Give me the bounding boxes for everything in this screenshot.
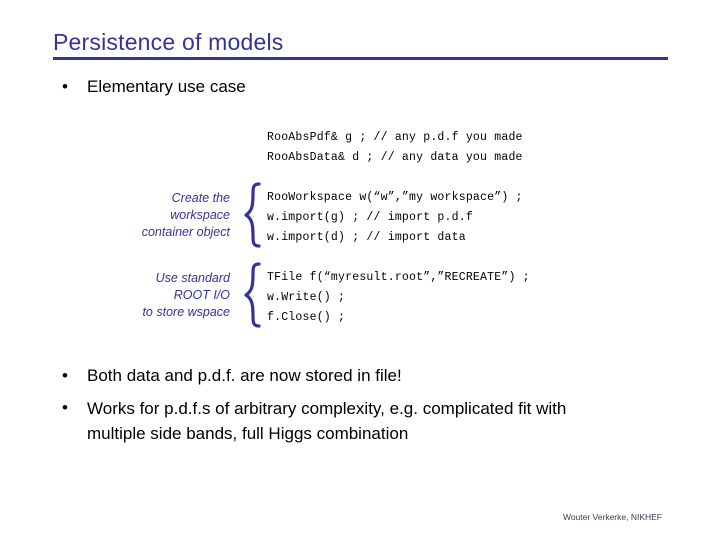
annotation-line-1: Use standard	[155, 271, 230, 285]
annotation-line-3: container object	[141, 225, 230, 239]
code-block-fileio: TFile f(“myresult.root”,”RECREATE”) ; w.…	[267, 268, 530, 328]
bullet-marker-icon: •	[62, 366, 68, 385]
annotation-workspace-note: Create the workspace container object	[60, 190, 230, 241]
bullet-marker-icon: •	[62, 398, 68, 417]
code-line: TFile f(“myresult.root”,”RECREATE”) ;	[267, 271, 530, 284]
bullet-label: Both data and p.d.f. are now stored in f…	[87, 366, 402, 385]
bullet-stored-in-file: • Both data and p.d.f. are now stored in…	[62, 364, 662, 388]
code-line: RooAbsData& d ; // any data you made	[267, 151, 523, 164]
slide-canvas: Persistence of models • Elementary use c…	[0, 0, 720, 540]
curly-brace-icon	[243, 182, 263, 248]
bullet-elementary-use-case: • Elementary use case	[62, 75, 662, 99]
annotation-line-1: Create the	[171, 191, 230, 205]
bullet-marker-icon: •	[62, 77, 68, 96]
bullet-label: Works for p.d.f.s of arbitrary complexit…	[87, 399, 567, 443]
bullet-label: Elementary use case	[87, 77, 246, 96]
code-line: w.import(d) ; // import data	[267, 231, 466, 244]
code-block-workspace: RooWorkspace w(“w”,”my workspace”) ; w.i…	[267, 188, 523, 248]
annotation-fileio-note: Use standard ROOT I/O to store wspace	[60, 270, 230, 321]
page-title: Persistence of models	[53, 29, 284, 55]
annotation-line-3: to store wspace	[142, 305, 230, 319]
annotation-line-2: workspace	[170, 208, 230, 222]
code-line: RooWorkspace w(“w”,”my workspace”) ;	[267, 191, 523, 204]
footer-attribution: Wouter Verkerke, NIKHEF	[562, 512, 662, 522]
code-line: w.Write() ;	[267, 291, 346, 304]
bullet-arbitrary-complexity: • Works for p.d.f.s of arbitrary complex…	[62, 396, 622, 446]
code-line: w.import(g) ; // import p.d.f	[267, 211, 473, 224]
code-line: RooAbsPdf& g ; // any p.d.f you made	[267, 131, 523, 144]
annotation-line-2: ROOT I/O	[173, 288, 230, 302]
title-underline-divider	[53, 57, 668, 60]
curly-brace-icon	[243, 262, 263, 328]
code-block-declarations: RooAbsPdf& g ; // any p.d.f you made Roo…	[267, 128, 523, 168]
code-line: f.Close() ;	[267, 311, 346, 324]
